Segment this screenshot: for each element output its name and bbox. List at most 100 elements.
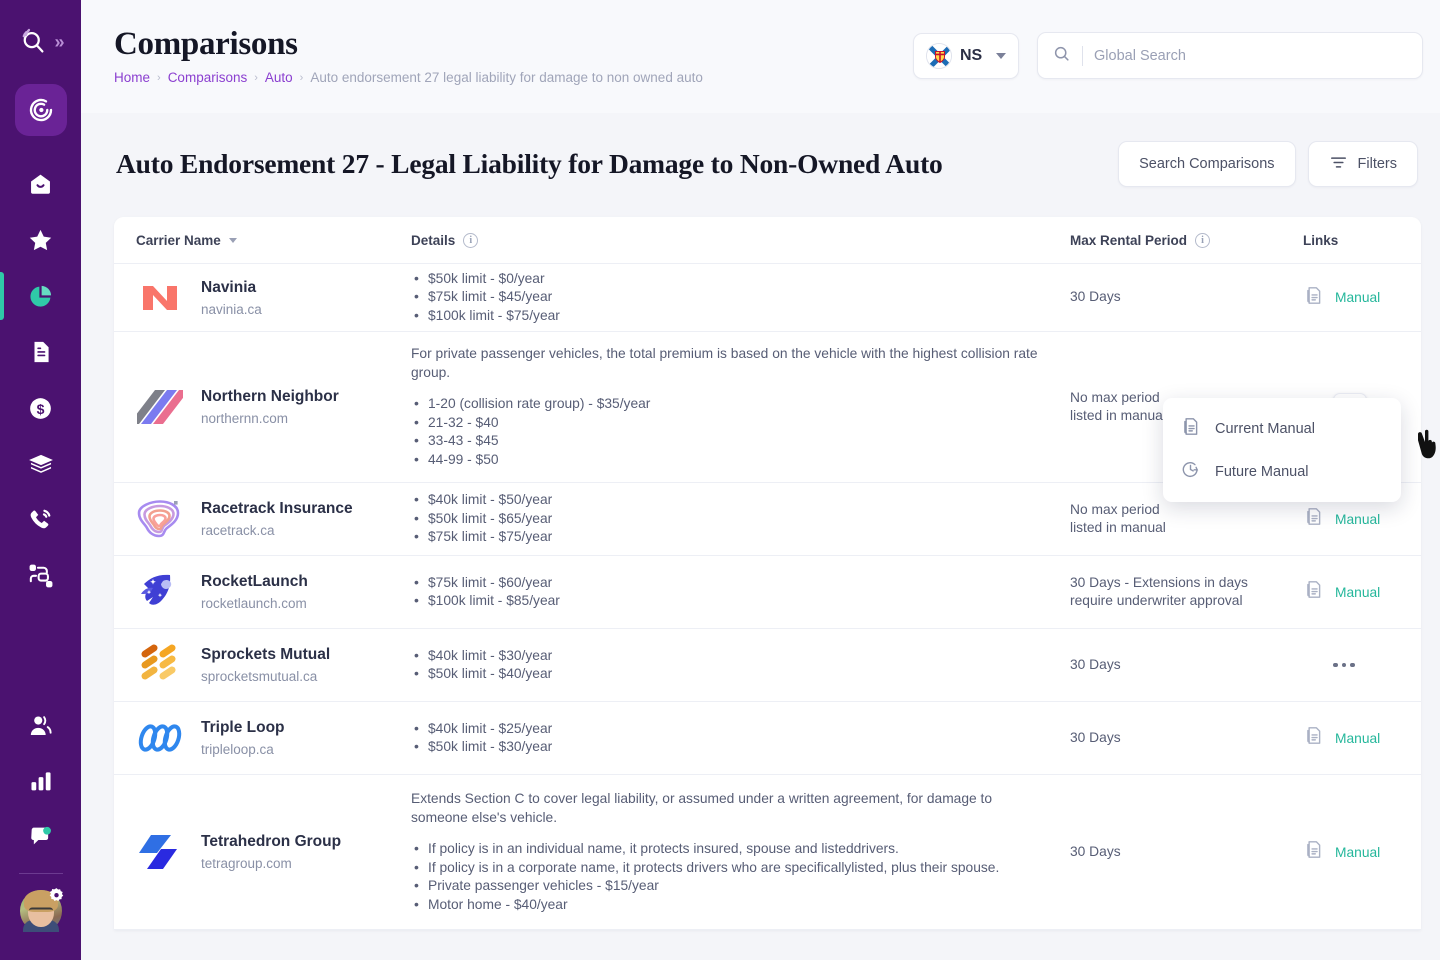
rental-cell: 30 Days (1070, 656, 1303, 675)
dot (1333, 663, 1338, 668)
chevron-down-icon[interactable] (996, 53, 1006, 59)
column-header-links: Links (1303, 233, 1421, 248)
region-code: NS (960, 47, 982, 65)
column-header-carrier-label: Carrier Name (136, 233, 221, 248)
sidebar-item-training[interactable] (0, 436, 81, 492)
column-header-rental: Max Rental Period i (1070, 233, 1303, 248)
detail-item: 33-43 - $45 (411, 432, 1050, 451)
rental-cell: 30 Days (1070, 843, 1303, 862)
carrier-info: Racetrack Insurance racetrack.ca (201, 498, 353, 540)
info-icon[interactable]: i (1195, 233, 1210, 248)
row-actions-menu-button[interactable] (1303, 663, 1355, 668)
carrier-site: northernn.com (201, 409, 339, 428)
detail-item: $50k limit - $0/year (411, 270, 1050, 289)
details-intro: Extends Section C to cover legal liabili… (411, 790, 1050, 827)
carrier-site: tripleloop.ca (201, 740, 285, 759)
sidebar-item-home[interactable] (0, 156, 81, 212)
sidebar-item-contacts[interactable] (0, 492, 81, 548)
carrier-cell: Sprockets Mutual sprocketsmutual.ca (114, 641, 411, 689)
manual-document-icon[interactable] (1303, 839, 1324, 865)
avatar[interactable] (18, 888, 64, 934)
manual-document-icon[interactable] (1303, 285, 1324, 311)
search-input[interactable] (1094, 48, 1408, 64)
detail-item: Private passenger vehicles - $15/year (411, 877, 1050, 896)
sidebar-item-workflows[interactable] (0, 548, 81, 604)
column-header-carrier[interactable]: Carrier Name (114, 233, 411, 248)
manual-link[interactable]: Manual (1335, 512, 1380, 527)
manual-document-icon[interactable] (1303, 506, 1324, 532)
sidebar-item-reports[interactable] (0, 753, 81, 809)
topbar-right: NS (913, 22, 1423, 79)
carrier-cell: Racetrack Insurance racetrack.ca (114, 495, 411, 543)
carrier-info: Navinia navinia.ca (201, 277, 262, 319)
sidebar-item-documents[interactable] (0, 324, 81, 380)
table-row[interactable]: Sprockets Mutual sprocketsmutual.ca $40k… (114, 629, 1421, 702)
detail-item: Motor home - $40/year (411, 896, 1050, 915)
main-area: Comparisons Home › Comparisons › Auto › … (81, 0, 1440, 960)
search-sparkle-icon[interactable] (18, 27, 48, 57)
breadcrumb-item-comparisons[interactable]: Comparisons (168, 70, 248, 85)
svg-text:$: $ (37, 401, 45, 417)
sidebar-item-favorites[interactable] (0, 212, 81, 268)
manual-link[interactable]: Manual (1335, 845, 1380, 860)
links-cell: Manual (1303, 725, 1421, 751)
table-row[interactable]: Navinia navinia.ca $50k limit - $0/year … (114, 264, 1421, 332)
app-logo[interactable] (15, 84, 67, 136)
detail-item: $75k limit - $75/year (411, 528, 1050, 547)
dot (1350, 663, 1355, 668)
sidebar-item-team[interactable] (0, 697, 81, 753)
sidebar-search-row[interactable]: » (0, 0, 81, 84)
dropdown-item-future-manual[interactable]: Future Manual (1163, 450, 1401, 493)
chevron-double-right-icon[interactable]: » (54, 32, 62, 53)
manual-link[interactable]: Manual (1335, 585, 1380, 600)
details-cell: $40k limit - $30/year $50k limit - $40/y… (411, 647, 1070, 684)
search-comparisons-button[interactable]: Search Comparisons (1118, 141, 1295, 187)
info-icon[interactable]: i (463, 233, 478, 248)
table-row[interactable]: Triple Loop tripleloop.ca $40k limit - $… (114, 702, 1421, 775)
details-cell: $75k limit - $60/year $100k limit - $85/… (411, 574, 1070, 611)
detail-item: $40k limit - $50/year (411, 491, 1050, 510)
document-title-row: Auto Endorsement 27 - Legal Liability fo… (114, 113, 1421, 217)
links-cell (1303, 663, 1421, 668)
breadcrumb-item-current: Auto endorsement 27 legal liability for … (310, 70, 703, 85)
carrier-name: Sprockets Mutual (201, 644, 330, 665)
manual-link[interactable]: Manual (1335, 731, 1380, 746)
title-actions: Search Comparisons Filters (1118, 141, 1418, 187)
sidebar: » (0, 0, 81, 960)
details-list: If policy is in an individual name, it p… (411, 840, 1050, 914)
carrier-site: racetrack.ca (201, 521, 353, 540)
gear-icon[interactable] (48, 887, 65, 904)
filters-button[interactable]: Filters (1308, 141, 1418, 187)
global-search[interactable] (1037, 32, 1423, 79)
carrier-info: Sprockets Mutual sprocketsmutual.ca (201, 644, 330, 686)
region-selector[interactable]: NS (913, 33, 1019, 79)
breadcrumb-item-auto[interactable]: Auto (265, 70, 293, 85)
detail-item: $50k limit - $40/year (411, 665, 1050, 684)
comparison-table: Carrier Name Details i Max Rental Period… (114, 217, 1421, 930)
sidebar-item-messages[interactable] (0, 809, 81, 865)
dropdown-item-current-manual[interactable]: Current Manual (1163, 407, 1401, 450)
sidebar-item-commissions[interactable]: $ (0, 380, 81, 436)
table-row[interactable]: Tetrahedron Group tetragroup.com Extends… (114, 775, 1421, 930)
detail-item: $100k limit - $85/year (411, 592, 1050, 611)
manual-document-icon[interactable] (1303, 579, 1324, 605)
carrier-site: sprocketsmutual.ca (201, 667, 330, 686)
details-list: $50k limit - $0/year $75k limit - $45/ye… (411, 270, 1050, 326)
details-list: $40k limit - $50/year $50k limit - $65/y… (411, 491, 1050, 547)
dot (1342, 663, 1347, 668)
breadcrumb-item-home[interactable]: Home (114, 70, 150, 85)
sidebar-item-comparisons[interactable] (0, 268, 81, 324)
details-list: $40k limit - $30/year $50k limit - $40/y… (411, 647, 1050, 684)
sort-descending-icon[interactable] (229, 238, 237, 243)
carrier-name: RocketLaunch (201, 571, 308, 592)
carrier-name: Tetrahedron Group (201, 831, 341, 852)
table-header-row: Carrier Name Details i Max Rental Period… (114, 217, 1421, 264)
detail-item: 21-32 - $40 (411, 414, 1050, 433)
links-cell: Manual (1303, 839, 1421, 865)
carrier-info: Triple Loop tripleloop.ca (201, 717, 285, 759)
manual-document-icon[interactable] (1303, 725, 1324, 751)
details-list: $40k limit - $25/year $50k limit - $30/y… (411, 720, 1050, 757)
manual-link[interactable]: Manual (1335, 290, 1380, 305)
table-row[interactable]: RocketLaunch rocketlaunch.com $75k limit… (114, 556, 1421, 629)
topbar-left: Comparisons Home › Comparisons › Auto › … (114, 22, 703, 85)
